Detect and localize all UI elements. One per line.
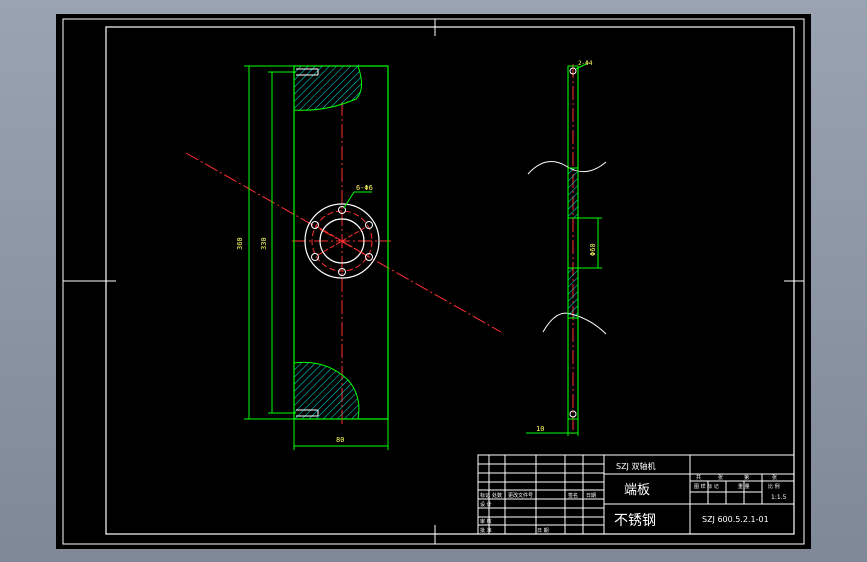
dim-height-outer: 360 bbox=[236, 237, 244, 250]
side-section-hatch-upper bbox=[567, 167, 579, 219]
thickness-dim: 10 bbox=[536, 425, 544, 433]
row-label-count: 处数 bbox=[492, 492, 502, 499]
diagonal-center-line bbox=[185, 152, 502, 333]
label-scale: 比 例 bbox=[768, 483, 780, 490]
project-name: SZJ 双轴机 bbox=[616, 461, 655, 471]
title-block-text: 标记 处数 更改文件号 签名 日期 设 计 审 核 批 准 日 期 SZJ 双轴… bbox=[480, 461, 787, 534]
side-top-callout: 2-Φ4 bbox=[578, 60, 593, 67]
row-label-sign: 签名 bbox=[568, 492, 578, 499]
drawing-number: SZJ 600.5.2.1-01 bbox=[702, 515, 769, 524]
drawing-canvas: 6-Φ6 360 330 80 2-Φ4 Φ60 10 标记 处数 更改文件号 … bbox=[62, 18, 805, 545]
top-section-hatch bbox=[293, 65, 362, 111]
scale-value: 1:1.5 bbox=[771, 494, 787, 501]
sheet-no-label: 第 bbox=[744, 474, 749, 481]
material: 不锈钢 bbox=[614, 513, 656, 529]
front-view: 6-Φ6 360 330 80 bbox=[185, 65, 502, 450]
part-name: 端板 bbox=[624, 483, 650, 498]
label-weight: 重 量 bbox=[738, 483, 750, 490]
bore-dim: Φ60 bbox=[589, 243, 597, 256]
row-label-date: 日期 bbox=[586, 493, 596, 499]
side-view: 2-Φ4 Φ60 10 bbox=[526, 60, 607, 436]
dim-width: 80 bbox=[336, 436, 344, 444]
bottom-section-hatch bbox=[293, 361, 360, 420]
role-designer: 设 计 bbox=[480, 501, 492, 508]
drawing-sheet: 6-Φ6 360 330 80 2-Φ4 Φ60 10 标记 处数 更改文件号 … bbox=[56, 14, 811, 549]
inner-frame bbox=[105, 26, 795, 535]
sheet-total-unit: 张 bbox=[718, 474, 723, 481]
cad-viewport[interactable]: 6-Φ6 360 330 80 2-Φ4 Φ60 10 标记 处数 更改文件号 … bbox=[0, 0, 867, 562]
bolt-hole bbox=[311, 253, 319, 261]
role-approve: 批 准 bbox=[480, 527, 492, 534]
side-section-hatch-lower bbox=[567, 267, 579, 319]
sheet-no-unit: 张 bbox=[772, 474, 777, 481]
sheet-total-label: 共 bbox=[696, 474, 701, 481]
outer-frame bbox=[62, 18, 805, 545]
dim-height-inner: 330 bbox=[260, 237, 268, 250]
row-label-mark: 标记 bbox=[480, 492, 490, 499]
date-label: 日 期 bbox=[537, 528, 549, 534]
label-drawing-mark: 图 样 标 记 bbox=[694, 483, 719, 490]
role-review: 审 核 bbox=[480, 518, 492, 525]
break-line-top bbox=[527, 161, 607, 175]
row-label-change-doc: 更改文件号 bbox=[508, 492, 533, 499]
hole-callout-label: 6-Φ6 bbox=[356, 184, 373, 192]
